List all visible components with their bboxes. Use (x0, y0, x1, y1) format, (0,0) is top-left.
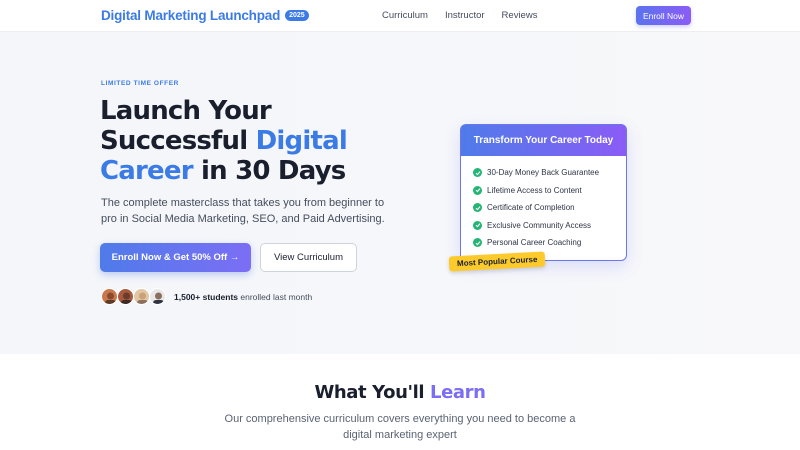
avatar (149, 288, 166, 305)
nav-link-instructor[interactable]: Instructor (445, 10, 485, 21)
student-count: 1,500+ students (174, 292, 239, 302)
offer-benefit-list: 30-Day Money Back Guarantee Lifetime Acc… (461, 156, 626, 252)
benefit-label: Personal Career Coaching (487, 238, 582, 248)
nav-links: Curriculum Instructor Reviews (382, 10, 554, 21)
student-avatars (101, 288, 166, 305)
hero-title-line1: Launch Your (100, 96, 272, 126)
check-icon (473, 203, 482, 213)
hero-title-line3: in 30 Days (192, 156, 346, 186)
learn-section-subtitle: Our comprehensive curriculum covers ever… (224, 413, 576, 441)
benefit-label: 30-Day Money Back Guarantee (487, 168, 600, 178)
learn-title-accent: Learn (430, 382, 486, 403)
social-proof-text: enrolled last month (238, 292, 313, 302)
hero-subtitle: The complete masterclass that takes you … (101, 197, 385, 225)
check-icon (473, 168, 482, 178)
offer-card: Transform Your Career Today 30-Day Money… (448, 124, 627, 272)
enroll-discount-button[interactable]: Enroll Now & Get 50% Off → (100, 243, 251, 272)
list-item: Certificate of Completion (473, 199, 626, 217)
hero-title-accent-career: Career (100, 156, 194, 186)
nav-link-reviews[interactable]: Reviews (502, 10, 538, 21)
check-icon (473, 185, 482, 195)
list-item: Lifetime Access to Content (473, 182, 626, 200)
learn-section: What You'll Learn Our comprehensive curr… (0, 354, 800, 450)
avatar (101, 288, 118, 305)
check-icon (473, 238, 482, 248)
benefit-label: Certificate of Completion (487, 203, 575, 213)
benefit-label: Exclusive Community Access (487, 220, 592, 230)
hero-section: LIMITED TIME OFFER Launch Your Successfu… (0, 32, 800, 354)
list-item: Personal Career Coaching (473, 234, 626, 252)
popular-badge: Most Popular Course (448, 251, 546, 272)
list-item: 30-Day Money Back Guarantee (473, 164, 626, 182)
hero-title-line2: Successful (100, 126, 256, 156)
social-proof: 1,500+ students enrolled last month (174, 292, 312, 302)
learn-title-plain: What You'll (314, 382, 431, 403)
hero-title: Launch Your Successful Digital Career in… (100, 96, 420, 186)
brand[interactable]: Digital Marketing Launchpad 2025 (101, 8, 309, 23)
avatar (117, 288, 134, 305)
avatar (133, 288, 150, 305)
learn-section-title: What You'll Learn (0, 382, 800, 403)
hero-eyebrow: LIMITED TIME OFFER (101, 80, 179, 87)
benefit-label: Lifetime Access to Content (487, 185, 582, 195)
offer-card-title: Transform Your Career Today (461, 125, 626, 156)
top-nav: Digital Marketing Launchpad 2025 Curricu… (0, 0, 800, 32)
nav-enroll-button[interactable]: Enroll Now (636, 6, 691, 25)
year-badge: 2025 (285, 10, 309, 21)
list-item: Exclusive Community Access (473, 217, 626, 235)
nav-link-curriculum[interactable]: Curriculum (382, 10, 428, 21)
hero-title-accent-digital: Digital (255, 126, 348, 156)
view-curriculum-button[interactable]: View Curriculum (260, 243, 357, 272)
check-icon (473, 220, 482, 230)
brand-name[interactable]: Digital Marketing Launchpad (101, 8, 280, 23)
